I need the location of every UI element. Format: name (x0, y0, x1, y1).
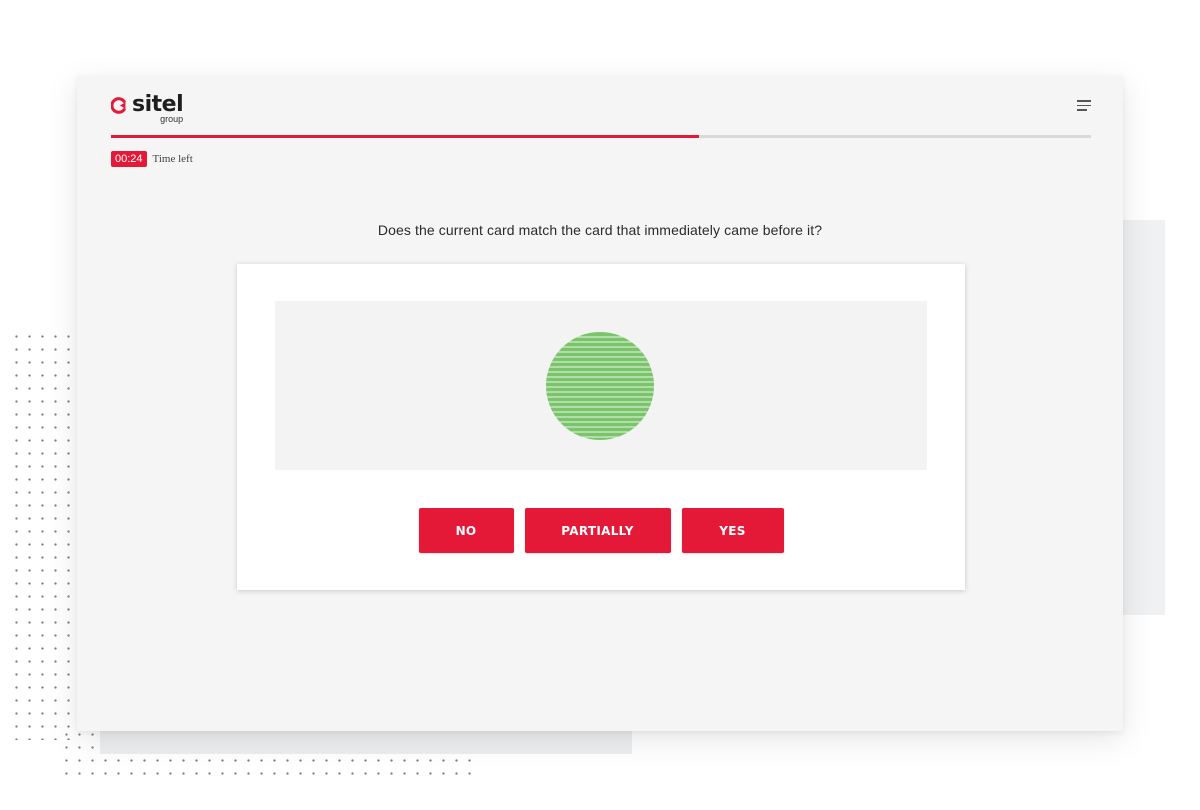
progress-bar (111, 135, 1091, 138)
hamburger-menu-icon[interactable] (1077, 100, 1091, 112)
striped-circle-shape (546, 332, 654, 440)
answer-buttons: NO PARTIALLY YES (237, 508, 965, 553)
sitel-logo: sitel group (111, 93, 184, 127)
partially-button[interactable]: PARTIALLY (524, 508, 671, 553)
timer: 00:24 Time left (111, 151, 193, 167)
progress-bar-fill (111, 135, 699, 138)
brand-subtitle: group (160, 114, 184, 124)
decorative-dot-pattern (10, 330, 80, 740)
timer-label: Time left (152, 153, 193, 165)
question-text: Does the current card match the card tha… (377, 222, 823, 238)
yes-button[interactable]: YES (681, 508, 784, 553)
card-display (275, 301, 927, 470)
card-panel: NO PARTIALLY YES (237, 264, 965, 590)
no-button[interactable]: NO (418, 508, 514, 553)
timer-badge: 00:24 (111, 151, 147, 167)
app-window: sitel group 00:24 Time left Does the cur… (77, 76, 1123, 731)
sitel-logo-mark-icon (111, 97, 126, 114)
